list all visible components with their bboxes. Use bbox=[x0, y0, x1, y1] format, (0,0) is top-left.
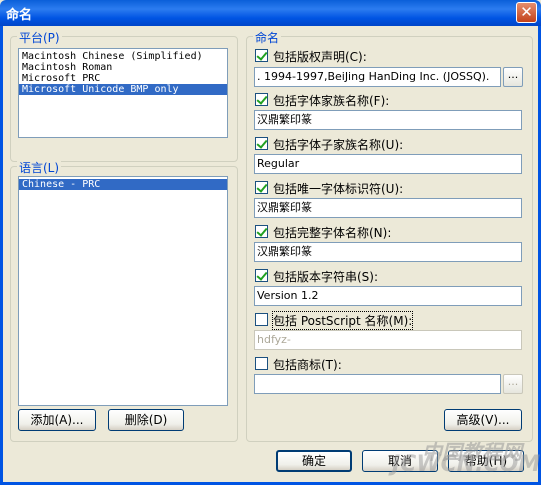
postscript-field[interactable]: hdfyz- bbox=[254, 330, 522, 350]
language-legend: 语言(L) bbox=[17, 159, 62, 176]
close-button[interactable]: ✕ bbox=[516, 2, 537, 23]
language-list[interactable]: Chinese - PRC bbox=[18, 176, 228, 406]
subfamily-label: 包括字体子家族名称(U): bbox=[273, 138, 404, 152]
copyright-checkbox[interactable] bbox=[255, 49, 268, 62]
ok-button[interactable]: 确定 bbox=[276, 450, 352, 472]
add-button[interactable]: 添加(A)... bbox=[18, 409, 96, 431]
trademark-browse-button[interactable]: ... bbox=[503, 374, 523, 394]
close-icon: ✕ bbox=[520, 3, 533, 21]
copyright-browse-button[interactable]: ... bbox=[503, 67, 523, 87]
family-field[interactable]: 汉鼎繁印篆 bbox=[254, 110, 522, 130]
copyright-field[interactable]: . 1994-1997,BeiJing HanDing Inc. (JOSSQ)… bbox=[254, 67, 501, 87]
delete-button[interactable]: 删除(D) bbox=[108, 409, 184, 431]
version-field[interactable]: Version 1.2 bbox=[254, 286, 522, 306]
subfamily-field[interactable]: Regular bbox=[254, 154, 522, 174]
full-name-label: 包括完整字体名称(N): bbox=[273, 226, 392, 240]
family-checkbox[interactable] bbox=[255, 93, 268, 106]
postscript-label: 包括 PostScript 名称(M): bbox=[271, 311, 414, 330]
platform-item[interactable]: Microsoft PRC bbox=[19, 73, 227, 84]
trademark-field[interactable] bbox=[254, 374, 501, 394]
trademark-checkbox[interactable] bbox=[255, 357, 268, 370]
subfamily-checkbox[interactable] bbox=[255, 137, 268, 150]
platform-item[interactable]: Macintosh Roman bbox=[19, 62, 227, 73]
naming-legend: 命名 bbox=[253, 29, 282, 46]
version-checkbox[interactable] bbox=[255, 269, 268, 282]
platform-legend: 平台(P) bbox=[17, 29, 62, 46]
title-bar: 命名 ✕ bbox=[0, 0, 541, 26]
full-name-field[interactable]: 汉鼎繁印篆 bbox=[254, 242, 522, 262]
language-item-selected[interactable]: Chinese - PRC bbox=[19, 179, 227, 190]
full-name-checkbox[interactable] bbox=[255, 225, 268, 238]
unique-id-label: 包括唯一字体标识符(U): bbox=[273, 182, 404, 196]
platform-list[interactable]: Macintosh Chinese (Simplified) Macintosh… bbox=[18, 48, 228, 138]
unique-id-field[interactable]: 汉鼎繁印篆 bbox=[254, 198, 522, 218]
platform-item-selected[interactable]: Microsoft Unicode BMP only bbox=[19, 84, 227, 95]
window-title: 命名 bbox=[6, 8, 33, 23]
platform-item[interactable]: Macintosh Chinese (Simplified) bbox=[19, 51, 227, 62]
postscript-checkbox[interactable] bbox=[255, 313, 268, 326]
unique-id-checkbox[interactable] bbox=[255, 181, 268, 194]
family-label: 包括字体家族名称(F): bbox=[273, 94, 390, 108]
trademark-label: 包括商标(T): bbox=[273, 358, 342, 372]
version-label: 包括版本字符串(S): bbox=[273, 270, 379, 284]
advanced-button[interactable]: 高级(V)... bbox=[444, 409, 522, 431]
watermark-sub: JCWCN.COM bbox=[392, 452, 541, 477]
copyright-label: 包括版权声明(C): bbox=[273, 50, 367, 64]
